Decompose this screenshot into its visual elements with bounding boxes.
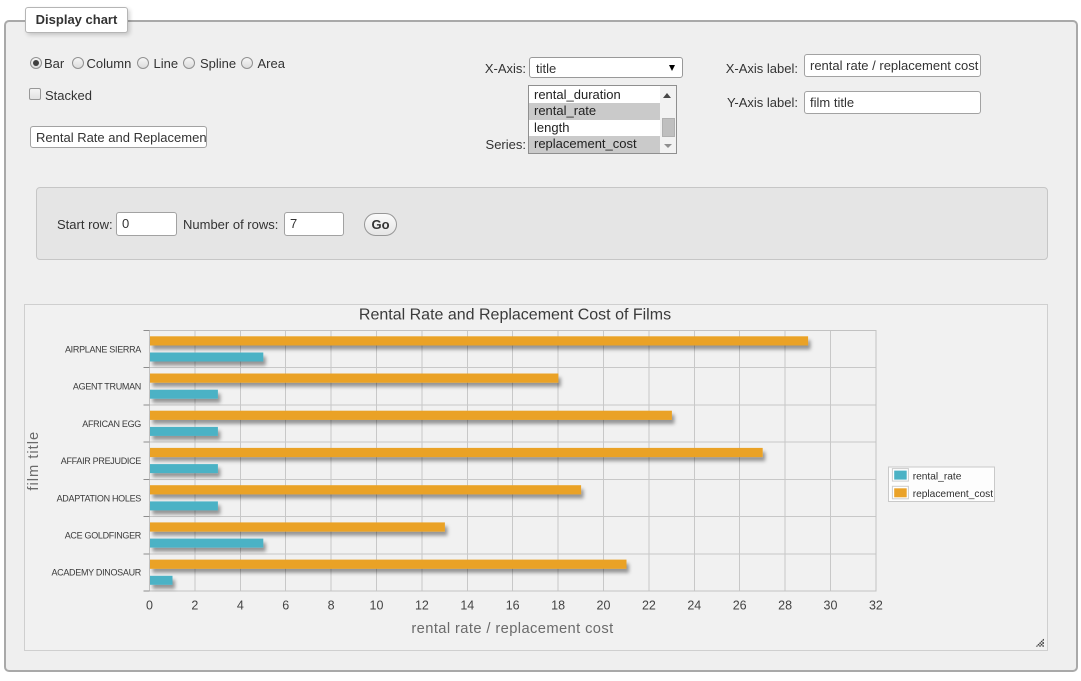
svg-text:replacement_cost: replacement_cost	[913, 489, 994, 500]
svg-text:4: 4	[237, 599, 244, 613]
svg-text:10: 10	[370, 599, 384, 613]
svg-text:AIRPLANE SIERRA: AIRPLANE SIERRA	[65, 344, 141, 354]
svg-text:22: 22	[642, 599, 656, 613]
svg-text:30: 30	[824, 599, 838, 613]
svg-text:20: 20	[597, 599, 611, 613]
svg-text:AGENT TRUMAN: AGENT TRUMAN	[73, 382, 141, 392]
svg-text:24: 24	[687, 599, 701, 613]
svg-text:Rental Rate and Replacement Co: Rental Rate and Replacement Cost of Film…	[359, 307, 671, 324]
svg-text:6: 6	[282, 599, 289, 613]
svg-text:ACADEMY DINOSAUR: ACADEMY DINOSAUR	[51, 568, 141, 578]
svg-text:26: 26	[733, 599, 747, 613]
svg-text:12: 12	[415, 599, 429, 613]
svg-text:0: 0	[146, 599, 153, 613]
svg-text:ADAPTATION HOLES: ADAPTATION HOLES	[57, 493, 142, 503]
svg-text:AFFAIR PREJUDICE: AFFAIR PREJUDICE	[61, 456, 142, 466]
svg-text:32: 32	[869, 599, 883, 613]
svg-text:2: 2	[191, 599, 198, 613]
svg-text:rental_rate: rental_rate	[913, 472, 962, 483]
svg-text:16: 16	[506, 599, 520, 613]
svg-text:AFRICAN EGG: AFRICAN EGG	[82, 419, 141, 429]
svg-text:ACE GOLDFINGER: ACE GOLDFINGER	[65, 531, 142, 541]
svg-text:14: 14	[460, 599, 474, 613]
svg-text:28: 28	[778, 599, 792, 613]
svg-text:film title: film title	[26, 431, 42, 491]
svg-text:8: 8	[328, 599, 335, 613]
svg-text:18: 18	[551, 599, 565, 613]
svg-text:rental rate / replacement cost: rental rate / replacement cost	[411, 621, 613, 637]
